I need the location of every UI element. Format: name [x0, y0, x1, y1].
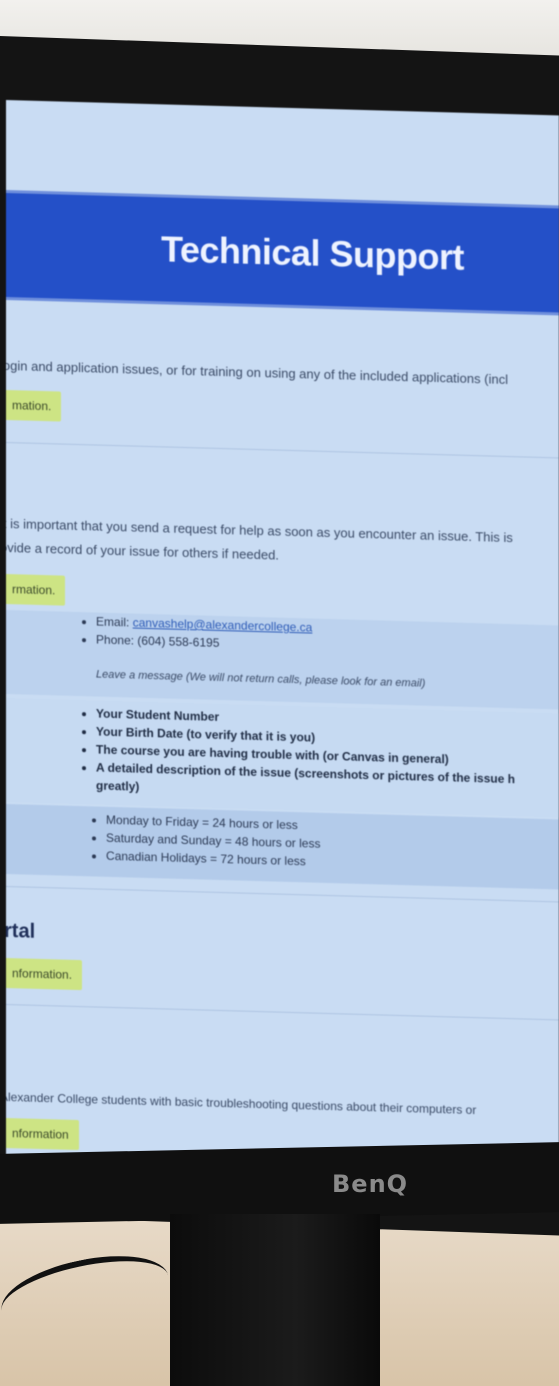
- page-title: Technical Support: [161, 228, 464, 278]
- requirements-list: Your Student Number Your Birth Date (to …: [78, 706, 515, 808]
- divider: [6, 1004, 559, 1021]
- section4-more-info-button[interactable]: nformation: [6, 1117, 79, 1151]
- section2-more-info-button[interactable]: rmation.: [6, 573, 66, 606]
- contact-list: Email: canvashelp@alexandercollege.ca Ph…: [78, 614, 312, 657]
- monitor-stand: [170, 1214, 380, 1386]
- monitor-chin: [0, 1142, 559, 1224]
- response-time-item: Canadian Holidays = 72 hours or less: [106, 849, 320, 869]
- section2-text-line1: it is important that you send a request …: [6, 515, 513, 546]
- section4-text: Alexander College students with basic tr…: [6, 1089, 477, 1118]
- monitor-screen: Technical Support login and application …: [6, 100, 559, 1178]
- divider: [6, 886, 559, 903]
- section2-text-line2: ovide a record of your issue for others …: [6, 539, 279, 563]
- phone-item: Phone: (604) 558-6195: [96, 633, 312, 653]
- response-times-list: Monday to Friday = 24 hours or less Satu…: [88, 812, 320, 872]
- section1-text: login and application issues, or for tra…: [6, 357, 509, 388]
- page-banner: Technical Support: [6, 190, 559, 316]
- brand-logo: BenQ: [332, 1170, 409, 1198]
- section1-more-info-button[interactable]: mation.: [6, 389, 62, 422]
- divider: [6, 442, 559, 459]
- email-label: Email:: [96, 614, 130, 630]
- section3-more-info-button[interactable]: nformation.: [6, 957, 83, 991]
- response-time-item: Saturday and Sunday = 48 hours or less: [106, 831, 320, 851]
- section3-heading: rtal: [6, 919, 36, 943]
